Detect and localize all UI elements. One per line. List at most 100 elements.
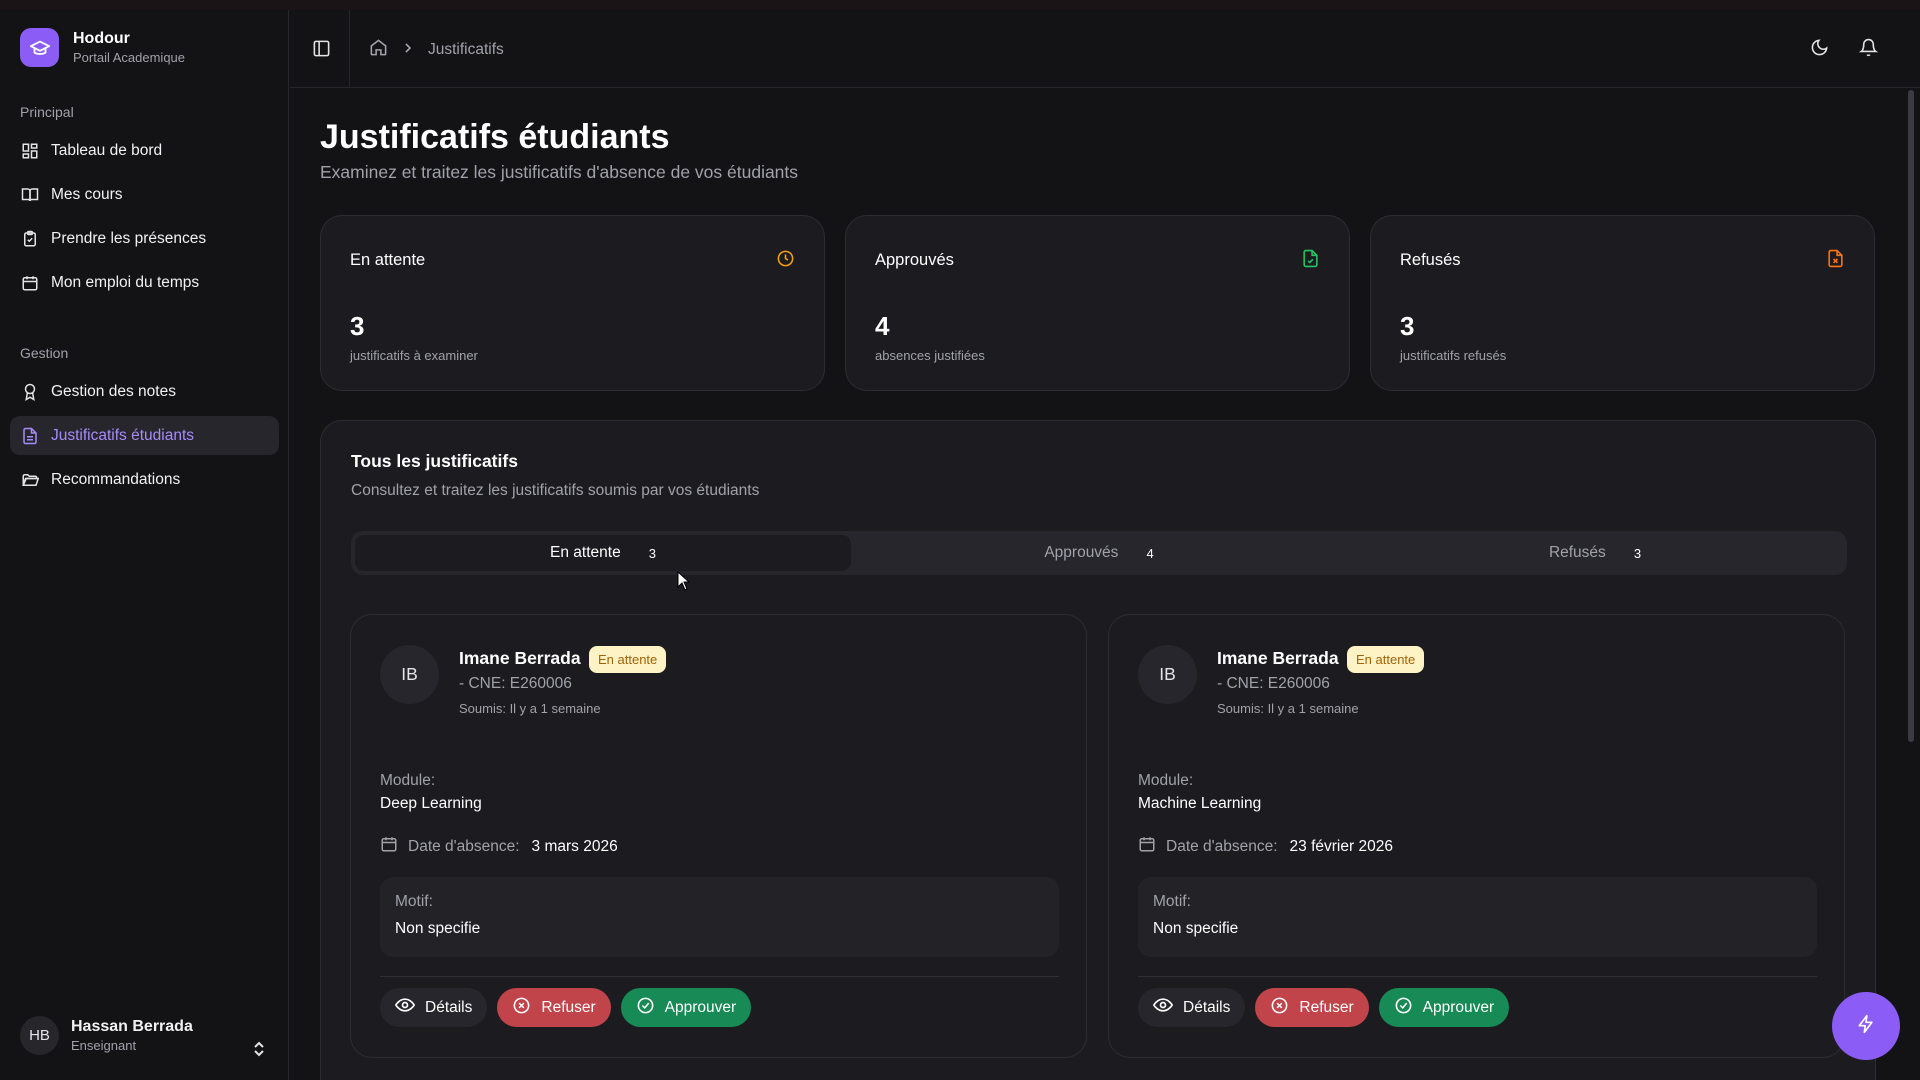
calendar-icon — [1138, 835, 1156, 858]
tab-pending[interactable]: En attente 3 — [355, 535, 851, 571]
graduation-cap-icon — [20, 28, 59, 67]
sidebar-item-schedule[interactable]: Mon emploi du temps — [10, 263, 279, 302]
refuse-button[interactable]: Refuser — [1255, 988, 1369, 1027]
tab-refused[interactable]: Refusés 3 — [1347, 535, 1843, 571]
sidebar-item-grades[interactable]: Gestion des notes — [10, 372, 279, 411]
absence-date-label: Date d'absence: — [408, 837, 520, 855]
sidebar-item-justificatifs[interactable]: Justificatifs étudiants — [10, 416, 279, 455]
motif-value: Non specifie — [1153, 920, 1239, 937]
sidebar-item-courses[interactable]: Mes cours — [10, 175, 279, 214]
main-content: Justificatifs étudiants Examinez et trai… — [290, 88, 1900, 1080]
stat-value: 3 — [350, 311, 365, 341]
nav-section-gestion: Gestion — [20, 345, 69, 361]
page-title: Justificatifs étudiants — [320, 118, 670, 156]
absence-date-label: Date d'absence: — [1166, 837, 1278, 855]
stat-card-pending: En attente 3 justificatifs à examiner — [320, 215, 825, 391]
tab-label: Approuvés — [1044, 544, 1119, 561]
page-subtitle: Examinez et traitez les justificatifs d'… — [320, 162, 799, 182]
clock-icon — [776, 249, 795, 273]
file-check-icon — [1301, 249, 1320, 273]
sidebar: Hodour Portail Academique Principal Tabl… — [0, 10, 289, 1080]
calendar-icon — [20, 273, 39, 292]
card-actions: Détails Refuser Approuver — [380, 988, 752, 1027]
approve-button[interactable]: Approuver — [1378, 988, 1510, 1027]
breadcrumb: Justificatifs — [369, 38, 504, 62]
bell-icon[interactable] — [1858, 38, 1879, 62]
file-x-icon — [1826, 249, 1845, 273]
mouse-cursor-icon — [677, 570, 691, 596]
details-button[interactable]: Détails — [380, 988, 488, 1027]
stat-card-approved: Approuvés 4 absences justifiées — [845, 215, 1350, 391]
list-title: Tous les justificatifs — [351, 451, 518, 471]
divider — [380, 976, 1059, 977]
sidebar-item-label: Prendre les présences — [51, 229, 207, 247]
student-cne: - CNE: E260006 — [459, 675, 572, 692]
brand[interactable]: Hodour Portail Academique — [20, 28, 185, 67]
sidebar-item-label: Recommandations — [51, 470, 181, 488]
sidebar-item-dashboard[interactable]: Tableau de bord — [10, 131, 279, 170]
details-label: Détails — [425, 998, 473, 1016]
status-tabs: En attente 3 Approuvés 4 Refusés 3 — [351, 531, 1847, 575]
quick-action-button[interactable] — [1832, 992, 1900, 1060]
motif-box: Motif: Non specifie — [380, 877, 1059, 957]
dashboard-icon — [20, 141, 39, 160]
stat-card-refused: Refusés 3 justificatifs refusés — [1370, 215, 1875, 391]
tab-approved[interactable]: Approuvés 4 — [851, 535, 1347, 571]
student-name: Imane Berrada — [459, 648, 581, 668]
breadcrumb-current: Justificatifs — [428, 41, 504, 58]
submitted-time: Soumis: Il y a 1 semaine — [459, 701, 601, 716]
check-circle-icon — [1394, 996, 1413, 1020]
approve-label: Approuver — [664, 998, 737, 1016]
stat-title: Refusés — [1400, 251, 1461, 269]
justificatifs-list-card: Tous les justificatifs Consultez et trai… — [320, 420, 1876, 1080]
scrollbar[interactable] — [1908, 90, 1914, 742]
divider — [1138, 976, 1817, 977]
stat-description: justificatifs refusés — [1400, 348, 1507, 363]
details-button[interactable]: Détails — [1138, 988, 1246, 1027]
student-avatar: IB — [1138, 645, 1197, 704]
details-label: Détails — [1183, 998, 1231, 1016]
book-icon — [20, 185, 39, 204]
motif-box: Motif: Non specifie — [1138, 877, 1817, 957]
stat-title: Approuvés — [875, 251, 954, 269]
approve-button[interactable]: Approuver — [620, 988, 752, 1027]
tab-label: Refusés — [1548, 544, 1606, 561]
card-actions: Détails Refuser Approuver — [1138, 988, 1510, 1027]
sidebar-toggle-icon[interactable] — [312, 39, 331, 63]
student-avatar: IB — [380, 645, 439, 704]
motif-label: Motif: — [395, 893, 433, 910]
sidebar-item-attendance[interactable]: Prendre les présences — [10, 219, 279, 258]
sidebar-item-label: Mon emploi du temps — [51, 273, 200, 291]
sidebar-item-label: Justificatifs étudiants — [51, 426, 195, 444]
avatar: HB — [20, 1016, 59, 1055]
tab-count: 3 — [1633, 545, 1642, 561]
absence-date-row: Date d'absence: 3 mars 2026 — [380, 835, 618, 858]
refuse-label: Refuser — [1299, 998, 1354, 1016]
sidebar-item-recommendations[interactable]: Recommandations — [10, 460, 279, 499]
refuse-button[interactable]: Refuser — [497, 988, 611, 1027]
file-text-icon — [20, 426, 39, 445]
chevrons-up-down-icon[interactable] — [252, 1040, 266, 1063]
sidebar-item-label: Gestion des notes — [51, 382, 176, 400]
list-subtitle: Consultez et traitez les justificatifs s… — [351, 482, 760, 499]
absence-date-value: 23 février 2026 — [1289, 837, 1393, 855]
user-menu[interactable]: HB Hassan Berrada Enseignant — [20, 1016, 193, 1055]
eye-icon — [1152, 995, 1174, 1020]
refuse-label: Refuser — [541, 998, 596, 1016]
stat-title: En attente — [350, 251, 426, 269]
tab-label: En attente — [550, 544, 621, 561]
tab-count: 4 — [1146, 545, 1154, 561]
absence-date-value: 3 mars 2026 — [531, 837, 618, 855]
home-icon[interactable] — [369, 38, 388, 62]
clipboard-check-icon — [20, 229, 39, 248]
x-circle-icon — [1270, 996, 1289, 1020]
eye-icon — [394, 995, 416, 1020]
justificatif-card: IB Imane Berrada En attente - CNE: E2600… — [1108, 614, 1845, 1058]
brand-name: Hodour — [73, 30, 130, 47]
stat-value: 3 — [1400, 311, 1415, 341]
top-strip — [0, 0, 1920, 10]
moon-icon[interactable] — [1810, 38, 1829, 62]
status-badge: En attente — [1347, 646, 1425, 673]
sidebar-item-label: Tableau de bord — [51, 141, 163, 159]
sidebar-item-label: Mes cours — [51, 185, 123, 203]
